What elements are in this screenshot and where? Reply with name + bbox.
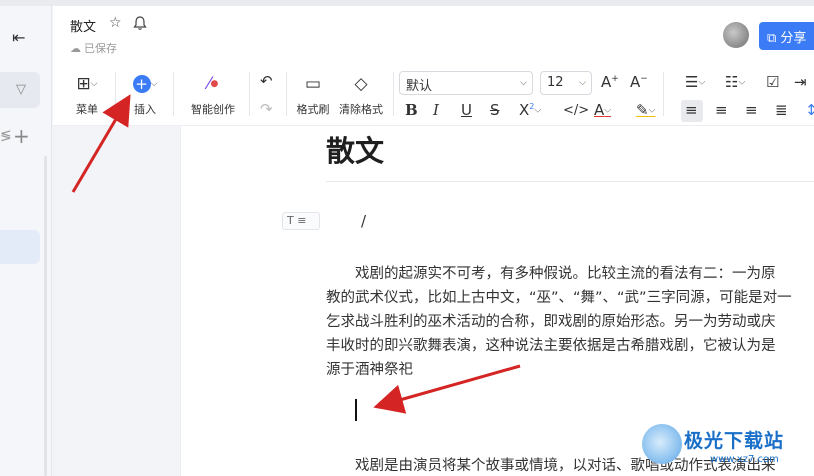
increase-font-icon[interactable]: A+ [601, 73, 619, 91]
add-icon[interactable]: + [13, 124, 30, 148]
align-left-icon[interactable]: ≡ [685, 101, 698, 119]
paragraph-line: 教的武术仪式，比如上古中文，“巫”、“舞”、“武”三字同源，可能是对一 [326, 290, 792, 306]
toolbar-divider [115, 72, 116, 116]
underline-icon[interactable]: U [461, 101, 472, 119]
toolbar-divider [286, 72, 287, 116]
paragraph-line: 戏剧的起源实不可考，有多种假说。比较主流的看法有二：一为原 [355, 266, 776, 282]
sidebar-scrollbar[interactable] [44, 156, 47, 476]
toolbar-divider [393, 72, 394, 116]
justify-icon[interactable]: ≣ [775, 101, 788, 119]
toolbar-divider [173, 72, 174, 116]
indent-icon[interactable]: ⇥ [794, 73, 807, 91]
share-label: 分享 [780, 31, 807, 46]
left-sidebar: ⇤ ▽ ≶ + [0, 6, 52, 476]
font-color-icon[interactable]: A⌵ [594, 101, 611, 119]
clear-format-label: 清除格式 [339, 103, 383, 116]
watermark-text: 极光下载站 [684, 430, 785, 452]
line-spacing-icon[interactable]: ↕ [805, 101, 814, 119]
chevron-down-icon: ⌵ [520, 78, 527, 88]
magic-wand-icon: ⁄● [207, 74, 219, 94]
bold-icon[interactable]: B [405, 101, 418, 119]
toolbar: ⊞⌵ 菜单 + ⌵ 插入 ⁄● 智能创作 ↶ ↷ ▭ 格式刷 ◇ 清除格式 默认 ⌵… [53, 64, 814, 126]
paragraph-line: 丰收时的即兴歌舞表演，这种说法主要依据是古希腊戏剧，它被认为是 [326, 338, 776, 354]
format-painter-button[interactable]: ▭ 格式刷 [293, 73, 333, 117]
bell-icon[interactable] [133, 15, 147, 31]
slash-command-text[interactable]: / [361, 212, 366, 230]
avatar[interactable] [723, 22, 749, 48]
checkbox-list-icon[interactable]: ☑ [766, 73, 779, 91]
sidebar-item-active[interactable] [0, 230, 40, 264]
document-header: 散文 ☆ ☁ 已保存 ⧉ 分享 [53, 6, 814, 64]
saved-status-label: 已保存 [84, 42, 117, 55]
decrease-font-icon[interactable]: A− [630, 73, 648, 91]
ai-create-label: 智能创作 [191, 103, 235, 116]
title-divider [326, 181, 814, 182]
menu-button[interactable]: ⊞⌵ 菜单 [69, 73, 105, 117]
block-handle[interactable]: T ≡ [282, 212, 320, 230]
align-right-icon[interactable]: ≡ [745, 101, 758, 119]
insert-button[interactable]: + ⌵ 插入 [125, 73, 165, 117]
redo-icon[interactable]: ↷ [260, 100, 273, 118]
undo-icon[interactable]: ↶ [260, 72, 273, 90]
numbered-list-icon[interactable]: ☷⌵ [725, 73, 745, 91]
bullet-list-icon[interactable]: ☰⌵ [685, 73, 705, 91]
watermark-logo [642, 424, 682, 464]
filter-button[interactable]: ▽ [0, 72, 40, 108]
chevron-down-icon: ⌵ [579, 78, 586, 88]
toolbar-divider [249, 72, 250, 116]
superscript-icon[interactable]: X2⌵ [519, 101, 541, 119]
font-family-select[interactable]: 默认 ⌵ [399, 71, 533, 95]
eraser-icon: ◇ [354, 74, 368, 94]
sort-icon[interactable]: ≶ [0, 128, 12, 144]
saved-status: ☁ 已保存 [70, 40, 117, 56]
ai-create-button[interactable]: ⁄● 智能创作 [184, 73, 242, 117]
watermark-url: www.xz7.com [710, 454, 779, 465]
toolbar-divider [663, 72, 664, 116]
strikethrough-icon[interactable]: S [490, 101, 500, 119]
share-button[interactable]: ⧉ 分享 [759, 22, 814, 50]
plus-circle-icon: + [132, 75, 151, 93]
code-icon[interactable]: </> [563, 103, 589, 118]
insert-label: 插入 [134, 103, 156, 116]
paragraph-line: 源于酒神祭祀 [326, 362, 413, 378]
italic-icon[interactable]: I [433, 101, 439, 119]
watermark: 极光下载站 www.xz7.com [640, 420, 814, 476]
paint-roller-icon: ▭ [304, 74, 322, 94]
page-title[interactable]: 散文 [326, 128, 384, 170]
cloud-check-icon: ☁ [70, 42, 81, 55]
font-size-select[interactable]: 12 ⌵ [540, 71, 592, 95]
font-family-value: 默认 [406, 79, 433, 94]
filter-icon: ▽ [16, 82, 26, 97]
doc-title[interactable]: 散文 [70, 16, 96, 35]
clear-format-button[interactable]: ◇ 清除格式 [336, 73, 386, 117]
font-size-value: 12 [547, 75, 564, 90]
menu-label: 菜单 [76, 103, 98, 116]
star-icon[interactable]: ☆ [109, 15, 122, 31]
paragraph-1[interactable]: 戏剧的起源实不可考，有多种假说。比较主流的看法有二：一为原 教的武术仪式，比如上… [326, 262, 814, 382]
grid-icon: ⊞⌵ [76, 74, 98, 94]
collapse-sidebar-icon[interactable]: ⇤ [12, 28, 25, 47]
paragraph-line: 乞求战斗胜利的巫术活动的合称，即戏剧的原始形态。另一为劳动或庆 [326, 314, 776, 330]
text-cursor [355, 399, 357, 421]
highlight-icon[interactable]: ✎⌵ [636, 101, 655, 119]
align-center-icon[interactable]: ≡ [715, 101, 728, 119]
format-painter-label: 格式刷 [296, 103, 330, 116]
